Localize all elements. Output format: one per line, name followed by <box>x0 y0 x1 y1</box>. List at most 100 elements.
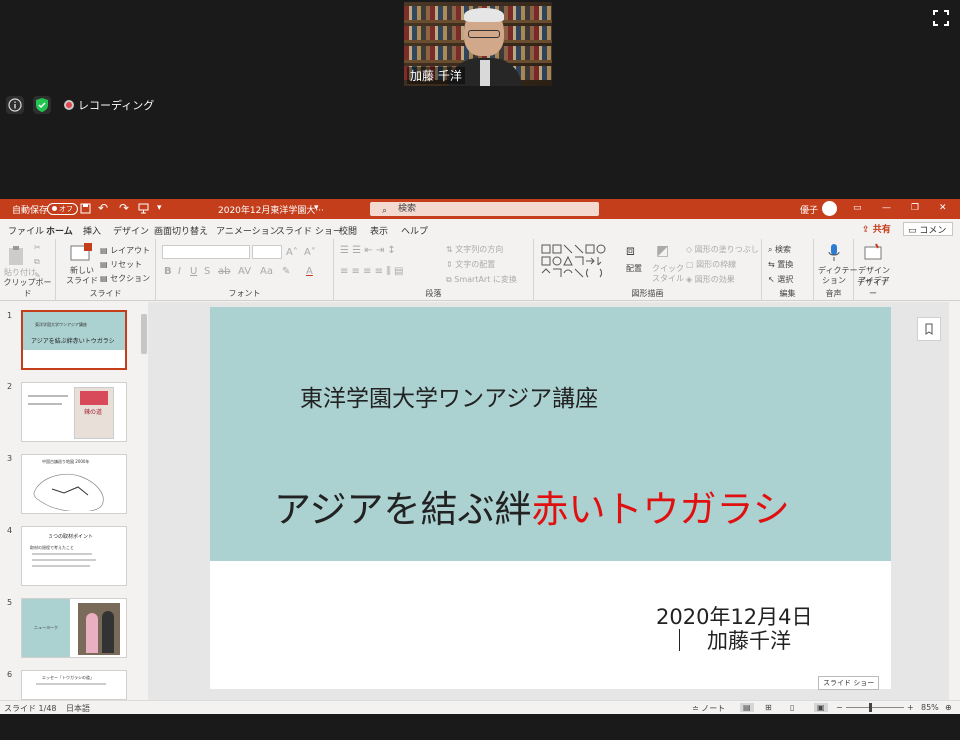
find-button[interactable]: ⌕ 検索 <box>768 244 791 255</box>
info-icon[interactable] <box>6 96 24 114</box>
reading-view-icon[interactable]: ▯ <box>790 703 794 712</box>
participant-video[interactable]: 加藤 千洋 <box>404 2 552 86</box>
recording-label: レコーディング <box>78 99 155 112</box>
tab-animations[interactable]: アニメーション <box>216 224 279 237</box>
title-dropdown-icon[interactable]: ▾ <box>314 203 319 213</box>
normal-view-icon[interactable]: ▤ <box>740 703 754 712</box>
spacing-icon[interactable]: AV <box>238 266 251 277</box>
design-ideas-icon[interactable] <box>863 243 883 263</box>
microphone-icon[interactable] <box>827 243 841 263</box>
security-shield-icon[interactable] <box>33 96 51 114</box>
slideshow-view-icon[interactable]: ▣ <box>814 703 828 712</box>
thumbnail-scrollbar[interactable] <box>140 308 148 694</box>
tab-review[interactable]: 校閲 <box>339 224 357 237</box>
shape-outline-button[interactable]: ▢ 図形の枠線 <box>686 259 736 270</box>
shrink-font-icon[interactable]: A˅ <box>304 247 316 258</box>
voice-label: 音声 <box>825 289 842 298</box>
autosave-toggle[interactable]: オフ <box>47 203 78 215</box>
replace-button[interactable]: ⇆ 置換 <box>768 259 793 270</box>
ribbon-display-icon[interactable]: ▭ <box>853 203 862 213</box>
slide-title-main: アジアを結ぶ絆 <box>274 488 532 531</box>
case-icon[interactable]: Aa <box>260 266 273 277</box>
slide-sorter-icon[interactable]: ⊞ <box>765 703 772 712</box>
language-indicator: 日本語 <box>66 704 90 713</box>
tab-design[interactable]: デザイン <box>113 224 149 237</box>
shapes-gallery[interactable] <box>540 243 622 279</box>
tab-file[interactable]: ファイル <box>8 224 44 237</box>
bookmark-icon[interactable] <box>917 317 941 341</box>
align-text-button[interactable]: ⇕ 文字の配置 <box>446 259 495 270</box>
share-button[interactable]: ⇪ 共有 <box>862 222 891 235</box>
underline-icon[interactable]: U <box>190 266 197 277</box>
text-direction-button[interactable]: ⇅ 文字列の方向 <box>446 244 503 255</box>
present-icon[interactable] <box>138 203 149 214</box>
thumbnail-number: 4 <box>7 526 13 535</box>
tab-slideshow[interactable]: スライド ショー <box>276 224 342 237</box>
zoom-meeting-area: 加藤 千洋 レコーディング <box>0 0 960 198</box>
dictate-label-2: ション <box>822 276 846 285</box>
editing-group: ⌕ 検索 ⇆ 置換 ↖ 選択 編集 <box>762 239 814 301</box>
tab-transitions[interactable]: 画面切り替え <box>154 224 208 237</box>
comment-button[interactable]: ▭ コメント <box>903 222 953 249</box>
smartart-button[interactable]: ⧉ SmartArt に変換 <box>446 274 517 285</box>
save-icon[interactable] <box>80 203 91 214</box>
avatar[interactable] <box>822 201 837 216</box>
slide-thumbnail-6[interactable]: エッセー「トウガラシの道」 <box>21 670 127 700</box>
tab-insert[interactable]: 挿入 <box>83 224 101 237</box>
minimize-icon[interactable]: — <box>882 203 891 213</box>
document-title: 2020年12月東洋学園大··· <box>218 206 324 216</box>
slide-thumbnail-1[interactable]: 東洋学園大学ワンアジア講座 アジアを結ぶ絆赤いトウガラシ <box>21 310 127 370</box>
slide-canvas[interactable]: 東洋学園大学ワンアジア講座 アジアを結ぶ絆赤いトウガラシ 2020年12月4日 … <box>210 307 891 689</box>
notes-button[interactable]: ≐ ノート <box>692 703 725 714</box>
strikethrough-icon[interactable]: ab <box>218 266 230 277</box>
redo-icon[interactable]: ↷ <box>119 201 129 215</box>
search-input[interactable]: ⌕ 検索 <box>370 202 599 216</box>
fullscreen-icon[interactable] <box>933 10 949 26</box>
slide-thumbnail-3[interactable]: 中国古鎮巡り地図 2000年 <box>21 454 127 514</box>
align-icons[interactable]: ≡ ≡ ≡ ≡ ⫼ ▤ <box>340 266 403 277</box>
tab-help[interactable]: ヘルプ <box>401 224 428 237</box>
slide-presenter-name[interactable]: 加藤千洋 <box>707 625 791 655</box>
select-button[interactable]: ↖ 選択 <box>768 274 793 285</box>
slide-subtitle[interactable]: 東洋学園大学ワンアジア講座 <box>300 379 598 413</box>
font-name-input[interactable] <box>162 245 250 259</box>
quick-style-icon[interactable]: ◩ <box>656 243 669 259</box>
section-button[interactable]: ▤ セクション <box>100 273 150 284</box>
bold-icon[interactable]: B <box>164 266 172 277</box>
slide-thumbnail-2[interactable]: 辣の道 <box>21 382 127 442</box>
layout-button[interactable]: ▤ レイアウト <box>100 245 150 256</box>
grow-font-icon[interactable]: A˄ <box>286 247 298 258</box>
zoom-slider-thumb[interactable] <box>869 703 872 712</box>
copy-icon[interactable]: ⧉ <box>34 257 40 267</box>
shape-fill-button[interactable]: ◇ 図形の塗りつぶし <box>686 244 759 255</box>
arrange-icon[interactable]: ⧈ <box>626 243 635 259</box>
zoom-slider[interactable] <box>846 707 904 708</box>
reset-button[interactable]: ▤ リセット <box>100 259 142 270</box>
slide-thumbnail-5[interactable]: ニューヨーク <box>21 598 127 658</box>
highlight-icon[interactable]: ✎ <box>282 266 290 277</box>
new-slide-icon[interactable] <box>70 243 92 263</box>
designer-group: デザイン アイデア デザイナー <box>854 239 892 301</box>
paste-icon[interactable] <box>6 245 26 267</box>
close-icon[interactable]: ✕ <box>939 203 947 213</box>
slide-title[interactable]: アジアを結ぶ絆赤いトウガラシ <box>274 479 790 533</box>
fit-to-window-icon[interactable]: ⊕ <box>945 703 952 712</box>
maximize-icon[interactable]: ❐ <box>911 203 919 213</box>
cut-icon[interactable]: ✂ <box>34 243 41 252</box>
undo-icon[interactable]: ↶ <box>98 201 108 215</box>
font-size-input[interactable] <box>252 245 282 259</box>
zoom-out-icon[interactable]: − <box>836 703 843 712</box>
zoom-level[interactable]: 85% <box>921 703 939 712</box>
bullets-icon[interactable]: ☰ ☰ ⇤ ⇥ ↕ <box>340 245 396 256</box>
drawing-label: 図形描画 <box>631 289 664 298</box>
shadow-icon[interactable]: S <box>204 266 210 277</box>
slide-thumbnail-4[interactable]: ３つの取材ポイント 取材の過程で考えたこと <box>21 526 127 586</box>
shape-effects-button[interactable]: ◈ 図形の効果 <box>686 274 735 285</box>
zoom-in-icon[interactable]: + <box>907 703 914 712</box>
vertical-scrollbar[interactable] <box>949 302 960 700</box>
tab-view[interactable]: 表示 <box>370 224 388 237</box>
font-color-icon[interactable]: A <box>306 266 313 277</box>
customize-toolbar-icon[interactable]: ▾ <box>157 203 162 213</box>
italic-icon[interactable]: I <box>178 266 181 277</box>
thumbnail-scroll-thumb[interactable] <box>141 314 147 354</box>
